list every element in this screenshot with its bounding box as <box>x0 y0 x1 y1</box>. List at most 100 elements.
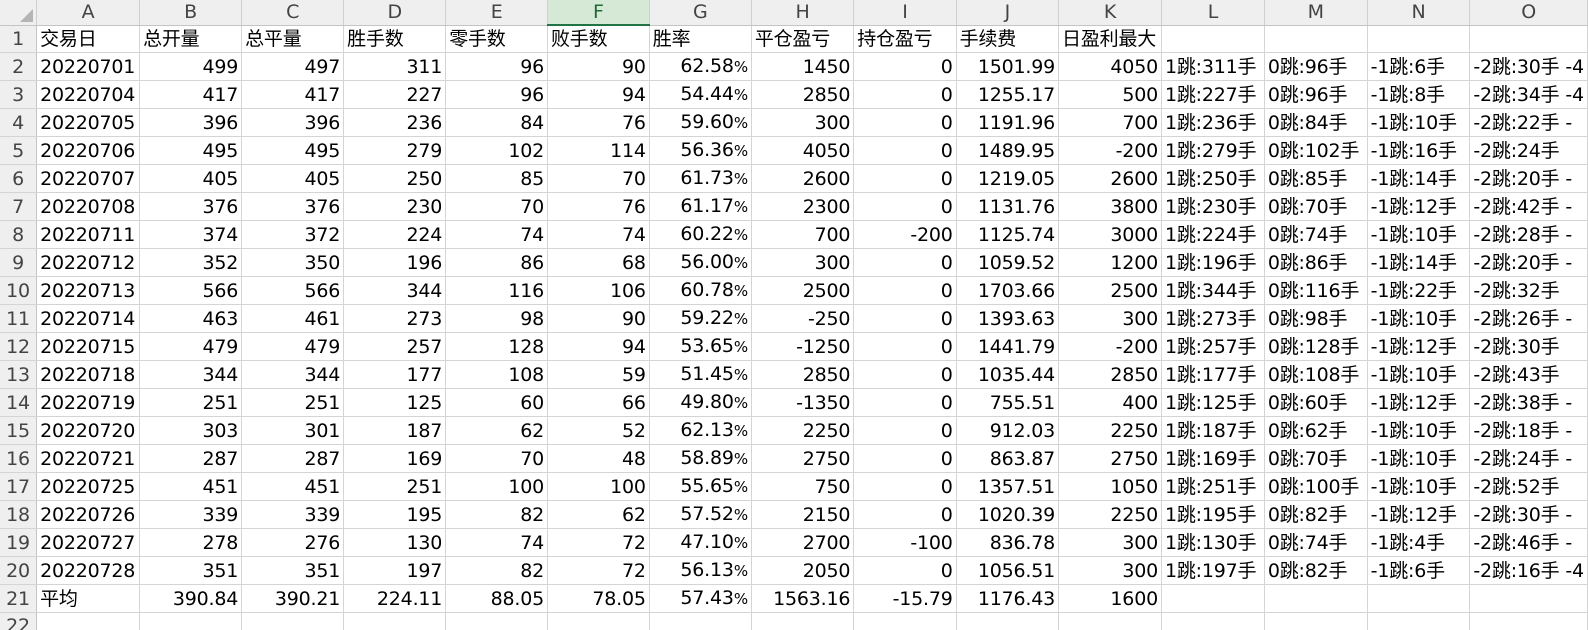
cell-a3[interactable]: 20220704 <box>36 80 141 109</box>
cell-n15[interactable]: -1跳:10手 <box>1367 416 1471 445</box>
cell-o12[interactable]: -2跳:30手 <box>1469 332 1588 361</box>
row-header[interactable]: 5 <box>0 136 38 165</box>
cell-j19[interactable]: 836.78 <box>956 528 1060 557</box>
cell-d9[interactable]: 196 <box>343 248 447 277</box>
cell-b1[interactable]: 总开量 <box>139 25 243 53</box>
cell-f10[interactable]: 106 <box>547 276 650 305</box>
cell-i15[interactable]: 0 <box>853 416 957 445</box>
cell-d15[interactable]: 187 <box>343 416 447 445</box>
cell-k5[interactable]: -200 <box>1058 136 1162 165</box>
cell-c6[interactable]: 405 <box>241 164 345 193</box>
cell-l9[interactable]: 1跳:196手 <box>1161 248 1265 277</box>
cell-i21[interactable]: -15.79 <box>853 584 957 613</box>
cell-j3[interactable]: 1255.17 <box>956 80 1060 109</box>
cell-n7[interactable]: -1跳:12手 <box>1367 192 1471 221</box>
cell-l15[interactable]: 1跳:187手 <box>1161 416 1265 445</box>
cell-c2[interactable]: 497 <box>241 52 345 81</box>
cell-a8[interactable]: 20220711 <box>36 220 141 249</box>
cell-h22[interactable] <box>751 612 855 630</box>
cell-c9[interactable]: 350 <box>241 248 345 277</box>
cell-m18[interactable]: 0跳:82手 <box>1264 500 1368 529</box>
cell-m5[interactable]: 0跳:102手 <box>1264 136 1368 165</box>
cell-c16[interactable]: 287 <box>241 444 345 473</box>
cell-e20[interactable]: 82 <box>445 556 548 585</box>
cell-g6[interactable]: 61.73% <box>649 164 752 193</box>
cell-b2[interactable]: 499 <box>139 52 243 81</box>
row-header[interactable]: 6 <box>0 164 38 193</box>
cell-k10[interactable]: 2500 <box>1058 276 1162 305</box>
cell-g20[interactable]: 56.13% <box>649 556 752 585</box>
cell-e11[interactable]: 98 <box>445 304 548 333</box>
cell-h1[interactable]: 平仓盈亏 <box>751 25 855 53</box>
row-header[interactable]: 21 <box>0 584 38 613</box>
cell-b11[interactable]: 463 <box>139 304 243 333</box>
cell-i6[interactable]: 0 <box>853 164 957 193</box>
cell-d19[interactable]: 130 <box>343 528 447 557</box>
cell-i18[interactable]: 0 <box>853 500 957 529</box>
cell-d16[interactable]: 169 <box>343 444 447 473</box>
row-header[interactable]: 20 <box>0 556 38 585</box>
cell-a13[interactable]: 20220718 <box>36 360 141 389</box>
cell-l7[interactable]: 1跳:230手 <box>1161 192 1265 221</box>
cell-o22[interactable] <box>1469 612 1588 630</box>
cell-i12[interactable]: 0 <box>853 332 957 361</box>
cell-f21[interactable]: 78.05 <box>547 584 650 613</box>
cell-i3[interactable]: 0 <box>853 80 957 109</box>
cell-f16[interactable]: 48 <box>547 444 650 473</box>
cell-j22[interactable] <box>956 612 1060 630</box>
cell-n3[interactable]: -1跳:8手 <box>1367 80 1471 109</box>
cell-j20[interactable]: 1056.51 <box>956 556 1060 585</box>
cell-m13[interactable]: 0跳:108手 <box>1264 360 1368 389</box>
cell-j11[interactable]: 1393.63 <box>956 304 1060 333</box>
cell-i7[interactable]: 0 <box>853 192 957 221</box>
cell-o17[interactable]: -2跳:52手 <box>1469 472 1588 501</box>
cell-f20[interactable]: 72 <box>547 556 650 585</box>
cell-f1[interactable]: 败手数 <box>547 25 650 53</box>
cell-n22[interactable] <box>1367 612 1471 630</box>
cell-f3[interactable]: 94 <box>547 80 650 109</box>
row-header[interactable]: 16 <box>0 444 38 473</box>
cell-e3[interactable]: 96 <box>445 80 548 109</box>
cell-d1[interactable]: 胜手数 <box>343 25 447 53</box>
cell-d2[interactable]: 311 <box>343 52 447 81</box>
cell-o7[interactable]: -2跳:42手 - <box>1469 192 1588 221</box>
cell-k9[interactable]: 1200 <box>1058 248 1162 277</box>
cell-a19[interactable]: 20220727 <box>36 528 141 557</box>
cell-j8[interactable]: 1125.74 <box>956 220 1060 249</box>
cell-f12[interactable]: 94 <box>547 332 650 361</box>
cell-a5[interactable]: 20220706 <box>36 136 141 165</box>
cell-l12[interactable]: 1跳:257手 <box>1161 332 1265 361</box>
cell-a12[interactable]: 20220715 <box>36 332 141 361</box>
cell-d7[interactable]: 230 <box>343 192 447 221</box>
cell-m4[interactable]: 0跳:84手 <box>1264 108 1368 137</box>
cell-a11[interactable]: 20220714 <box>36 304 141 333</box>
cell-j17[interactable]: 1357.51 <box>956 472 1060 501</box>
cell-h2[interactable]: 1450 <box>751 52 855 81</box>
cell-k4[interactable]: 700 <box>1058 108 1162 137</box>
cell-k20[interactable]: 300 <box>1058 556 1162 585</box>
cell-d14[interactable]: 125 <box>343 388 447 417</box>
cell-d3[interactable]: 227 <box>343 80 447 109</box>
cell-k18[interactable]: 2250 <box>1058 500 1162 529</box>
cell-l5[interactable]: 1跳:279手 <box>1161 136 1265 165</box>
cell-f9[interactable]: 68 <box>547 248 650 277</box>
cell-d4[interactable]: 236 <box>343 108 447 137</box>
column-header-i[interactable]: I <box>853 0 957 26</box>
cell-f4[interactable]: 76 <box>547 108 650 137</box>
cell-f14[interactable]: 66 <box>547 388 650 417</box>
cell-o15[interactable]: -2跳:18手 - <box>1469 416 1588 445</box>
cell-h5[interactable]: 4050 <box>751 136 855 165</box>
cell-n10[interactable]: -1跳:22手 <box>1367 276 1471 305</box>
row-header[interactable]: 9 <box>0 248 38 277</box>
cell-c14[interactable]: 251 <box>241 388 345 417</box>
cell-b12[interactable]: 479 <box>139 332 243 361</box>
cell-c3[interactable]: 417 <box>241 80 345 109</box>
cell-c17[interactable]: 451 <box>241 472 345 501</box>
cell-e7[interactable]: 70 <box>445 192 548 221</box>
cell-c20[interactable]: 351 <box>241 556 345 585</box>
cell-h19[interactable]: 2700 <box>751 528 855 557</box>
cell-h13[interactable]: 2850 <box>751 360 855 389</box>
row-header[interactable]: 1 <box>0 25 38 53</box>
cell-g10[interactable]: 60.78% <box>649 276 752 305</box>
cell-h12[interactable]: -1250 <box>751 332 855 361</box>
